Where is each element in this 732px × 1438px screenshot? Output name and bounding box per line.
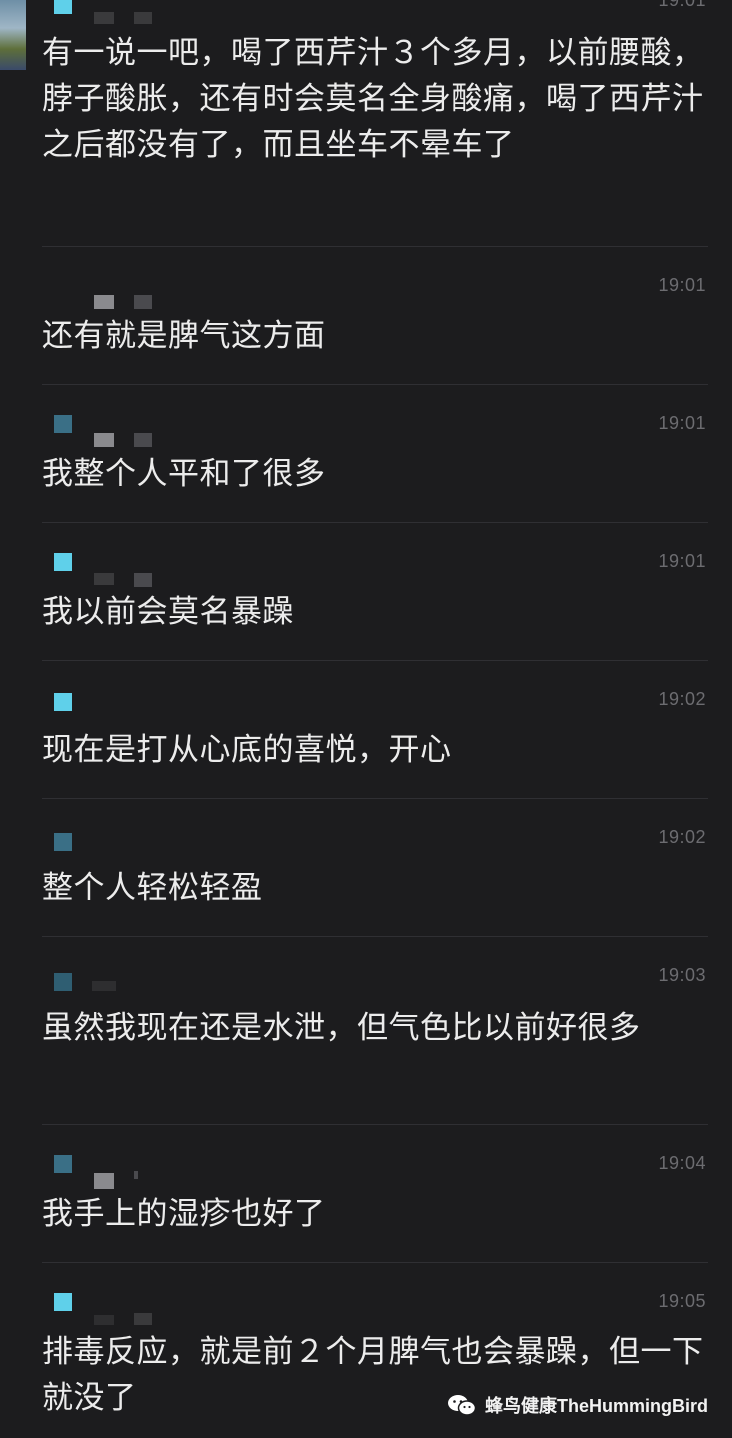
avatar[interactable] — [54, 1155, 72, 1173]
message-time: 19:03 — [658, 965, 706, 985]
chat-message[interactable]: 19:02 整个人轻松轻盈 — [0, 799, 732, 936]
message-time: 19:01 — [658, 551, 706, 571]
message-text: 有一说一吧，喝了西芹汁３个多月，以前腰酸，脖子酸胀，还有时会莫名全身酸痛，喝了西… — [42, 35, 704, 163]
message-time: 19:01 — [658, 275, 706, 295]
message-text: 还有就是脾气这方面 — [42, 318, 326, 354]
chat-message[interactable]: 19:03 虽然我现在还是水泄，但气色比以前好很多 — [0, 937, 732, 1124]
message-text: 整个人轻松轻盈 — [42, 870, 263, 906]
sender-name — [134, 433, 152, 447]
sender-name — [94, 573, 114, 585]
sender-name — [134, 1171, 138, 1179]
watermark: 蜂鸟健康TheHummingBird — [447, 1392, 708, 1418]
avatar[interactable] — [54, 833, 72, 851]
sender-name — [134, 1313, 152, 1325]
message-time: 19:01 — [658, 413, 706, 433]
avatar[interactable] — [54, 693, 72, 711]
message-text: 虽然我现在还是水泄，但气色比以前好很多 — [42, 1010, 641, 1046]
avatar[interactable] — [54, 0, 72, 14]
chat-message[interactable]: 19:01 我整个人平和了很多 — [0, 385, 732, 522]
sender-name — [94, 1173, 114, 1189]
sender-name — [134, 573, 152, 587]
chat-history: 19:01 有一说一吧，喝了西芹汁３个多月，以前腰酸，脖子酸胀，还有时会莫名全身… — [0, 0, 732, 1438]
avatar[interactable] — [54, 553, 72, 571]
chat-message[interactable]: 19:01 我以前会莫名暴躁 — [0, 523, 732, 660]
message-text: 我手上的湿疹也好了 — [42, 1196, 326, 1232]
avatar[interactable] — [54, 1293, 72, 1311]
avatar[interactable] — [0, 0, 26, 70]
message-text: 我整个人平和了很多 — [42, 456, 326, 492]
message-time: 19:02 — [658, 689, 706, 709]
avatar[interactable] — [54, 973, 72, 991]
sender-name — [92, 981, 116, 991]
wechat-icon — [448, 1395, 477, 1416]
avatar[interactable] — [54, 415, 72, 433]
sender-name — [134, 12, 152, 24]
message-time: 19:05 — [658, 1291, 706, 1311]
sender-name — [94, 1315, 114, 1325]
message-time: 19:01 — [658, 0, 706, 10]
sender-name — [134, 295, 152, 309]
chat-message[interactable]: 19:01 有一说一吧，喝了西芹汁３个多月，以前腰酸，脖子酸胀，还有时会莫名全身… — [0, 0, 732, 246]
sender-name — [94, 12, 114, 24]
chat-message[interactable]: 19:04 我手上的湿疹也好了 — [0, 1125, 732, 1262]
message-time: 19:02 — [658, 827, 706, 847]
message-text: 我以前会莫名暴躁 — [42, 594, 294, 630]
chat-message[interactable]: 19:02 现在是打从心底的喜悦，开心 — [0, 661, 732, 798]
sender-name — [94, 295, 114, 309]
watermark-text: 蜂鸟健康TheHummingBird — [485, 1396, 708, 1416]
message-time: 19:04 — [658, 1153, 706, 1173]
chat-message[interactable]: 19:01 还有就是脾气这方面 — [0, 247, 732, 384]
message-text: 现在是打从心底的喜悦，开心 — [42, 732, 452, 768]
sender-name — [94, 433, 114, 447]
